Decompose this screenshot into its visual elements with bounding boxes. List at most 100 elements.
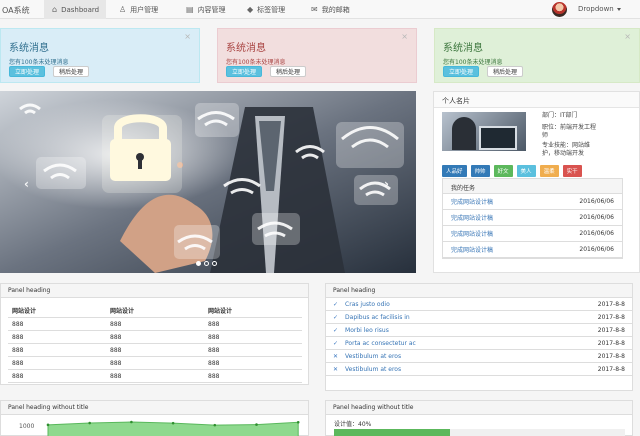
chart-panel: Panel heading without title 1000 [0,400,309,436]
table-cell: 888 [8,317,106,331]
nav-content-management[interactable]: ▤ 内容管理 [186,0,226,19]
panel-heading: Panel heading [1,284,308,298]
nav-user-management[interactable]: ♙ 用户管理 [119,0,158,19]
home-icon: ⌂ [52,5,58,14]
handle-now-button[interactable]: 立即处理 [9,66,46,77]
progress-panel: Panel heading without title 设计值：40% [325,400,633,436]
table-cell: 888 [8,356,106,370]
alert-message: 您有100条未处理消息 [226,59,286,66]
table-row: 888 888 888 [8,317,302,331]
nav-label: 用户管理 [130,5,159,14]
list-item-date: 2017-8-8 [597,352,625,360]
list-item-date: 2017-8-8 [597,365,625,373]
task-name[interactable]: 完成网站设计稿 [451,213,493,222]
system-message-card-blue: 系统消息 您有100条未处理消息 × 立即处理 稍后处理 [0,28,200,83]
chart-point [296,420,300,424]
mail-icon: ✉ [311,5,318,14]
panel-heading: Panel heading without title [326,401,632,415]
dropdown-label: Dropdown [578,5,614,13]
alert-title: 系统消息 [9,43,49,54]
close-icon[interactable]: × [401,32,408,41]
profile-tag: 人品好 [442,165,467,177]
carousel-dot-2[interactable] [204,261,209,266]
status-list: ✓ Cras justo odio 2017-8-8 ✓ Dapibus ac fac… [326,298,632,376]
carousel-indicators[interactable] [196,261,217,266]
profile-photo [442,112,526,151]
list-item-text[interactable]: Dapibus ac facilisis in [345,314,410,321]
task-date: 2016/06/06 [579,246,614,253]
nav-dashboard[interactable]: ⌂ Dashboard [44,0,106,19]
chart-point [255,423,258,426]
task-name[interactable]: 完成网站设计稿 [451,229,493,238]
nav-mailbox[interactable]: ✉ 我的邮箱 [311,0,350,19]
system-message-card-green: 系统消息 您有100条未处理消息 × 立即处理 稍后处理 [434,28,640,83]
list-item-text[interactable]: Vestibulum at eros [345,366,401,373]
check-icon: ✓ [333,339,339,347]
task-row[interactable]: 完成网站设计稿 2016/06/06 [443,194,622,210]
handle-later-button[interactable]: 稍后处理 [53,66,90,77]
profile-tags: 人品好 帅帅 好文 美人 温柔 实干 [442,165,582,177]
data-table-panel: Panel heading 网站设计 网站设计 网站设计 888 888 888 8… [0,283,309,385]
list-item-text[interactable]: Cras justo odio [345,301,390,308]
task-row[interactable]: 完成网站设计稿 2016/06/06 [443,226,622,242]
profile-card: 个人名片 部门：IT部门 职位：前端开发工程 师 专业技能：网站维 护，移动端开… [433,91,640,273]
close-icon[interactable]: × [184,32,191,41]
profile-position-line-1: 职位：前端开发工程 [542,124,597,131]
task-row[interactable]: 完成网站设计稿 2016/06/06 [443,210,622,226]
list-item-text[interactable]: Porta ac consectetur ac [345,340,416,347]
profile-tag: 帅帅 [470,165,490,177]
table-cell: 888 [204,330,302,344]
table-cell: 888 [204,356,302,370]
carousel-dot-1[interactable] [196,261,201,266]
handle-later-button[interactable]: 稍后处理 [270,66,307,77]
profile-skills-line-1: 专业技能：网站维 [542,142,591,149]
task-name[interactable]: 完成网站设计稿 [451,245,493,254]
list-item[interactable]: ✓ Cras justo odio 2017-8-8 [326,298,632,311]
progress-bar [334,429,625,436]
table-cell: 888 [204,343,302,357]
task-date: 2016/06/06 [579,214,614,221]
task-date: 2016/06/06 [579,198,614,205]
user-dropdown[interactable]: Dropdown [578,5,621,13]
task-row[interactable]: 完成网站设计稿 2016/06/06 [443,242,622,258]
alert-message: 您有100条未处理消息 [443,59,503,66]
profile-skills-line-2: 护，移动端开发 [542,150,585,157]
profile-department: 部门：IT部门 [542,112,578,119]
chart-point [130,420,133,424]
chart-point [88,421,91,425]
list-item[interactable]: ✓ Porta ac consectetur ac 2017-8-8 [326,337,632,350]
nav-label: 标签管理 [257,5,286,14]
list-item-date: 2017-8-8 [597,300,625,308]
handle-now-button[interactable]: 立即处理 [443,66,480,77]
list-item-text[interactable]: Vestibulum at eros [345,353,401,360]
table-cell: 888 [106,330,204,344]
chart-point [171,421,175,425]
alert-message: 您有100条未处理消息 [9,59,69,66]
list-item[interactable]: ✓ Morbi leo risus 2017-8-8 [326,324,632,337]
security-carousel[interactable]: ‹ › [0,91,416,273]
table-cell: 888 [204,369,302,383]
y-tick-label: 1000 [19,423,34,430]
table-cell: 888 [8,330,106,344]
carousel-next-icon[interactable]: › [384,177,389,191]
table-header: 网站设计 [8,304,106,318]
user-icon: ♙ [119,5,127,14]
task-name[interactable]: 完成网站设计稿 [451,197,493,206]
list-item[interactable]: ✕ Vestibulum at eros 2017-8-8 [326,363,632,376]
carousel-prev-icon[interactable]: ‹ [24,177,29,191]
nav-tag-management[interactable]: ◆ 标签管理 [247,0,285,19]
close-icon: ✕ [333,365,339,373]
list-item-text[interactable]: Morbi leo risus [345,327,389,334]
check-icon: ✓ [333,300,339,308]
carousel-dot-3[interactable] [212,261,217,266]
list-item[interactable]: ✓ Dapibus ac facilisis in 2017-8-8 [326,311,632,324]
list-item[interactable]: ✕ Vestibulum at eros 2017-8-8 [326,350,632,363]
profile-title: 个人名片 [434,92,639,108]
user-avatar[interactable] [552,2,567,17]
table-cell: 888 [8,343,106,357]
brand-logo[interactable]: OA系统 [2,5,30,16]
close-icon[interactable]: × [624,32,631,41]
nav-label: Dashboard [61,5,100,14]
handle-now-button[interactable]: 立即处理 [226,66,263,77]
handle-later-button[interactable]: 稍后处理 [487,66,524,77]
